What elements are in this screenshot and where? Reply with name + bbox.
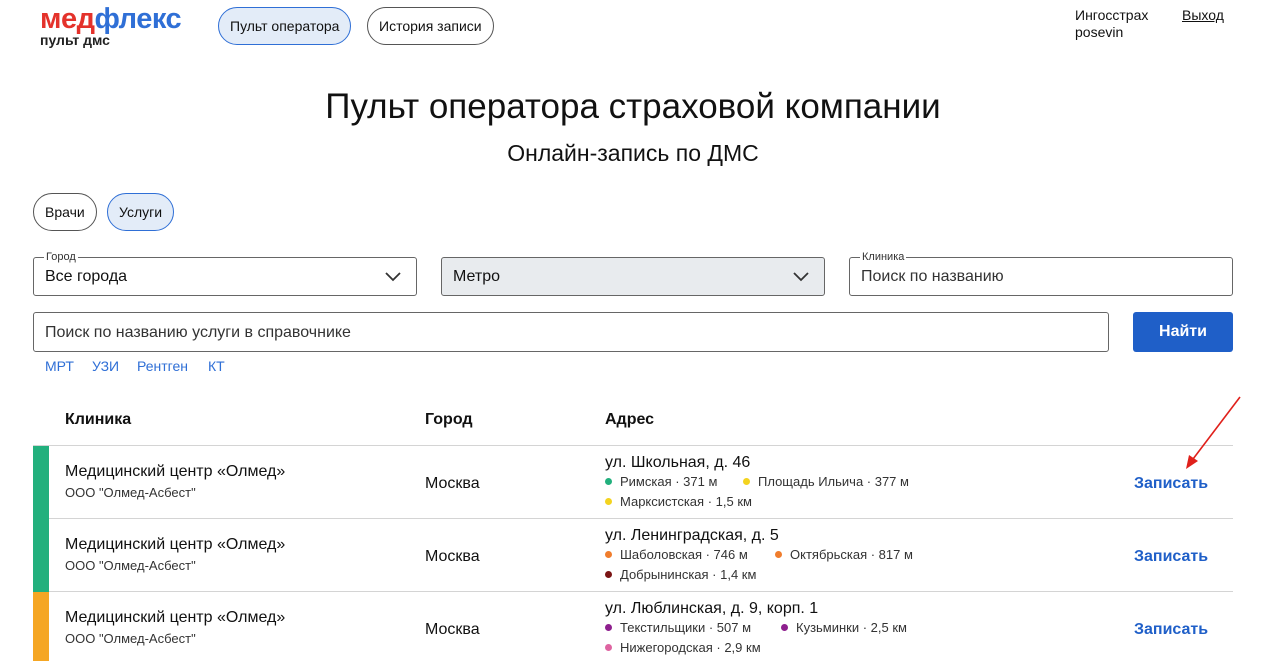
clinic-label: Клиника bbox=[860, 251, 907, 263]
clinic-name: Медицинский центр «Олмед» bbox=[65, 536, 286, 553]
metro-station: Нижегородская · 2,9 км bbox=[605, 640, 761, 656]
metro-station-text: Римская · 371 м bbox=[620, 474, 718, 489]
book-button[interactable]: Записать bbox=[1134, 620, 1208, 639]
company-name: Ингосстрах bbox=[1075, 7, 1149, 23]
table-row[interactable]: Медицинский центр «Олмед» ООО "Олмед-Асб… bbox=[33, 446, 1233, 519]
metro-line-dot bbox=[605, 624, 612, 631]
column-header-clinic[interactable]: Клиника bbox=[65, 410, 131, 429]
clinic-organization: ООО "Олмед-Асбест" bbox=[65, 485, 196, 500]
city-label: Город bbox=[44, 251, 78, 263]
column-header-address[interactable]: Адрес bbox=[605, 410, 654, 429]
metro-station-text: Площадь Ильича · 377 м bbox=[758, 474, 909, 489]
metro-station: Шаболовская · 746 м bbox=[605, 547, 748, 563]
metro-station-text: Кузьминки · 2,5 км bbox=[796, 620, 907, 635]
book-button[interactable]: Записать bbox=[1134, 474, 1208, 493]
clinic-name: Медицинский центр «Олмед» bbox=[65, 463, 286, 480]
metro-station: Площадь Ильича · 377 м bbox=[743, 474, 909, 490]
city-value: Все города bbox=[45, 268, 128, 285]
quick-tag-ct[interactable]: КТ bbox=[208, 358, 225, 375]
metro-station-text: Добрынинская · 1,4 км bbox=[620, 567, 757, 582]
metro-line-dot bbox=[605, 571, 612, 578]
metro-station: Октябрьская · 817 м bbox=[775, 547, 913, 563]
book-button[interactable]: Записать bbox=[1134, 547, 1208, 566]
metro-line-dot bbox=[605, 644, 612, 651]
metro-station: Добрынинская · 1,4 км bbox=[605, 567, 756, 583]
metro-station-text: Марксистская · 1,5 км bbox=[620, 494, 752, 509]
metro-station-text: Шаболовская · 746 м bbox=[620, 547, 748, 562]
metro-station-text: Нижегородская · 2,9 км bbox=[620, 640, 761, 655]
metro-station: Римская · 371 м bbox=[605, 474, 717, 490]
username: posevin bbox=[1075, 24, 1124, 40]
city-select[interactable]: Город Все города bbox=[33, 251, 417, 296]
clinic-organization: ООО "Олмед-Асбест" bbox=[65, 558, 196, 573]
row-status-strip bbox=[33, 519, 49, 592]
page-subtitle: Онлайн-запись по ДМС bbox=[507, 140, 759, 166]
tab-services[interactable]: Услуги bbox=[107, 193, 175, 231]
row-status-strip bbox=[33, 592, 49, 661]
find-button[interactable]: Найти bbox=[1133, 312, 1233, 352]
annotation-arrow-icon bbox=[1186, 396, 1241, 469]
clinic-placeholder: Поиск по названию bbox=[861, 268, 1004, 285]
city-cell: Москва bbox=[425, 475, 480, 492]
quick-tag-mri[interactable]: МРТ bbox=[45, 358, 74, 375]
address-cell: ул. Ленинградская, д. 5 bbox=[605, 527, 779, 544]
clinic-search-field[interactable]: Клиника Поиск по названию bbox=[849, 251, 1233, 296]
logo-wordmark: медфлекс bbox=[40, 3, 182, 35]
quick-tag-ultrasound[interactable]: УЗИ bbox=[92, 358, 119, 375]
metro-station: Текстильщики · 507 м bbox=[605, 620, 751, 636]
table-row[interactable]: Медицинский центр «Олмед» ООО "Олмед-Асб… bbox=[33, 519, 1233, 592]
row-status-strip bbox=[33, 446, 49, 519]
metro-station: Кузьминки · 2,5 км bbox=[781, 620, 907, 636]
metro-line-dot bbox=[605, 478, 612, 485]
metro-station-text: Октябрьская · 817 м bbox=[790, 547, 913, 562]
nav-booking-history[interactable]: История записи bbox=[367, 7, 494, 45]
metro-select[interactable]: Метро bbox=[441, 257, 825, 296]
metro-line-dot bbox=[743, 478, 750, 485]
page-title: Пульт оператора страховой компании bbox=[325, 87, 941, 126]
metro-value: Метро bbox=[453, 268, 500, 285]
logo-subtitle: пульт дмс bbox=[40, 32, 110, 48]
chevron-down-icon bbox=[385, 272, 401, 282]
logout-link[interactable]: Выход bbox=[1182, 7, 1224, 24]
city-cell: Москва bbox=[425, 621, 480, 638]
quick-tag-xray[interactable]: Рентген bbox=[137, 358, 188, 375]
logo-part-1: мед bbox=[40, 3, 95, 35]
column-header-city[interactable]: Город bbox=[425, 410, 473, 429]
logo[interactable]: медфлекс пульт дмс bbox=[40, 3, 182, 48]
metro-station-text: Текстильщики · 507 м bbox=[620, 620, 752, 635]
address-cell: ул. Школьная, д. 46 bbox=[605, 454, 751, 471]
clinic-organization: ООО "Олмед-Асбест" bbox=[65, 631, 196, 646]
clinic-name: Медицинский центр «Олмед» bbox=[65, 609, 286, 626]
address-cell: ул. Люблинская, д. 9, корп. 1 bbox=[605, 600, 819, 617]
service-search-placeholder: Поиск по названию услуги в справочнике bbox=[45, 324, 351, 341]
city-cell: Москва bbox=[425, 548, 480, 565]
chevron-down-icon bbox=[793, 272, 809, 282]
service-search-input[interactable]: Поиск по названию услуги в справочнике bbox=[33, 312, 1109, 352]
metro-line-dot bbox=[775, 551, 782, 558]
metro-line-dot bbox=[605, 498, 612, 505]
tab-doctors[interactable]: Врачи bbox=[33, 193, 97, 231]
nav-operator-console[interactable]: Пульт оператора bbox=[218, 7, 352, 45]
table-row[interactable]: Медицинский центр «Олмед» ООО "Олмед-Асб… bbox=[33, 592, 1233, 661]
logo-part-2: флекс bbox=[94, 3, 182, 35]
metro-station: Марксистская · 1,5 км bbox=[605, 494, 752, 510]
metro-line-dot bbox=[781, 624, 788, 631]
metro-line-dot bbox=[605, 551, 612, 558]
user-info: Ингосстрах posevin bbox=[1075, 7, 1148, 41]
